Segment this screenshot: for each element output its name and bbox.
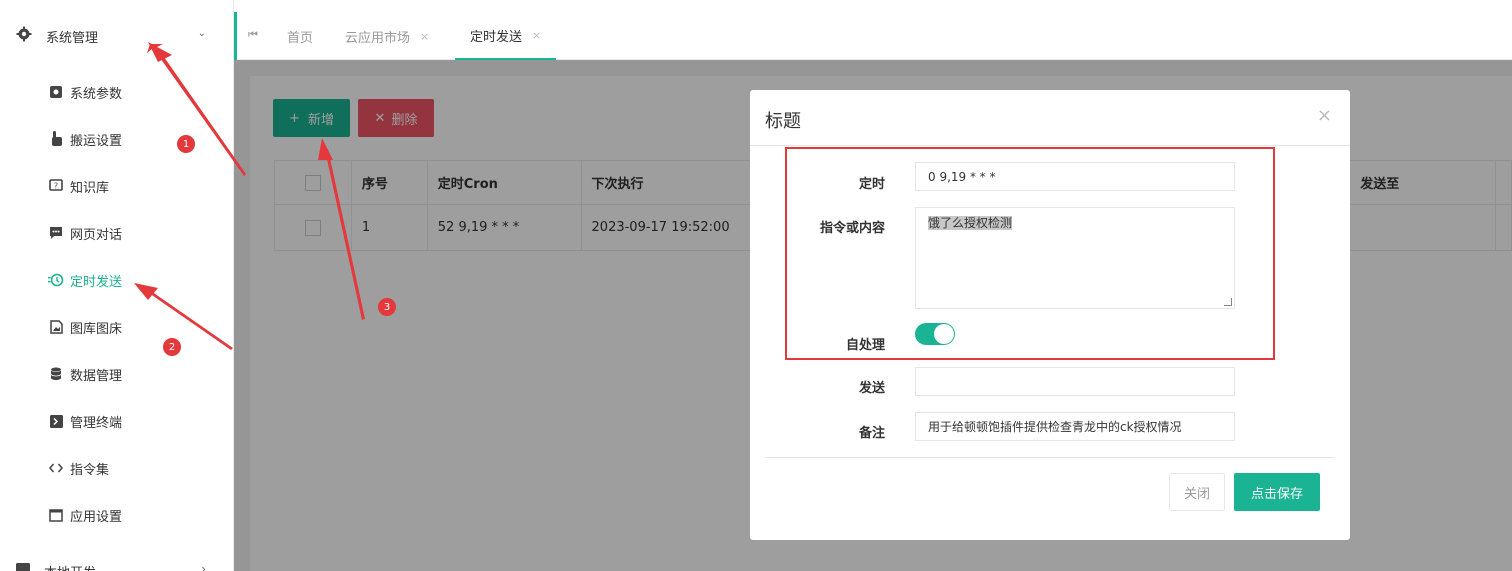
scroll-left-icon[interactable]: ⏮: [248, 28, 258, 42]
sidebar-group-local-dev[interactable]: 本地开发 ›: [0, 556, 234, 571]
sidebar-item-label: 应用设置: [70, 509, 123, 525]
send-input[interactable]: [915, 367, 1235, 396]
sidebar-item-command-set[interactable]: 指令集: [0, 450, 234, 486]
sidebar-item-label: 网页对话: [70, 227, 123, 243]
dialog-divider: [750, 145, 1350, 146]
sidebar-item-web-chat[interactable]: 网页对话: [0, 215, 234, 251]
svg-text:?: ?: [54, 182, 58, 191]
clock-history-icon: [48, 272, 64, 288]
sidebar-item-label: 系统参数: [70, 86, 123, 102]
annotation-badge-1: 1: [177, 135, 195, 153]
tab-label: 定时发送: [470, 29, 523, 45]
sidebar-item-transport-settings[interactable]: 搬运设置: [0, 121, 234, 157]
sidebar-item-label: 知识库: [70, 180, 110, 196]
question-chat-icon: ?: [48, 178, 64, 194]
sidebar-item-data-management[interactable]: 数据管理: [0, 356, 234, 392]
edit-dialog: 标题 × 定时 0 9,19 * * * 指令或内容 饿了么授权检测 自处理 发…: [750, 90, 1350, 540]
sidebar-item-label: 定时发送: [70, 274, 123, 290]
header-strip: [234, 0, 1512, 12]
sidebar-item-label: 搬运设置: [70, 133, 123, 149]
sidebar-item-label: 数据管理: [70, 368, 123, 384]
sidebar-item-terminal[interactable]: 管理终端: [0, 403, 234, 439]
sidebar-item-label: 指令集: [70, 462, 110, 478]
annotation-badge-3: 3: [378, 298, 396, 316]
close-icon[interactable]: ×: [420, 30, 429, 43]
close-icon[interactable]: ×: [1317, 105, 1332, 126]
settings-square-icon: [48, 84, 64, 100]
database-icon: [48, 366, 64, 382]
hand-pointer-icon: [48, 131, 64, 147]
tab-bar-accent: [234, 12, 237, 60]
remark-input[interactable]: 用于给顿顿饱插件提供检查青龙中的ck授权情况: [915, 412, 1235, 441]
tab-label: 首页: [287, 30, 314, 46]
chevron-down-icon: ⌄: [197, 28, 206, 39]
terminal-icon: [48, 413, 64, 429]
sidebar-item-label: 管理终端: [70, 415, 123, 431]
annotation-highlight-box: [785, 147, 1275, 360]
footer-divider: [765, 457, 1335, 458]
sidebar-item-image-bed[interactable]: 图库图床: [0, 309, 234, 345]
chat-icon: [48, 225, 64, 241]
dialog-title: 标题: [765, 111, 801, 132]
sidebar-item-system-params[interactable]: 系统参数: [0, 74, 234, 110]
sidebar-group-system-management[interactable]: 系统管理 ⌄: [0, 12, 234, 60]
sidebar-group-label: 本地开发: [44, 562, 96, 571]
sidebar-item-label: 图库图床: [70, 321, 123, 337]
window-icon: [48, 507, 64, 523]
annotation-badge-2: 2: [163, 338, 181, 356]
gear-icon: [16, 26, 32, 46]
chevron-right-icon: ›: [201, 562, 206, 571]
sidebar-item-scheduled-send[interactable]: 定时发送: [0, 262, 234, 298]
tab-label: 云应用市场: [345, 30, 411, 46]
remark-label: 备注: [858, 426, 885, 441]
image-file-icon: [48, 319, 64, 335]
close-icon[interactable]: ×: [532, 29, 541, 42]
folder-icon: [16, 563, 30, 571]
code-icon: [48, 460, 64, 476]
sidebar-group-label: 系统管理: [46, 30, 99, 46]
sidebar-item-app-settings[interactable]: 应用设置: [0, 497, 234, 533]
save-button[interactable]: 点击保存: [1234, 473, 1320, 511]
sidebar-item-knowledge-base[interactable]: ? 知识库: [0, 168, 234, 204]
tab-cloud-market[interactable]: 云应用市场 ×: [345, 12, 429, 60]
tab-scheduled-send[interactable]: 定时发送 ×: [455, 12, 557, 60]
tab-home[interactable]: 首页: [287, 12, 313, 60]
tab-bar: ⏮ 首页 云应用市场 × 定时发送 ×: [234, 12, 1512, 60]
close-button[interactable]: 关闭: [1169, 473, 1225, 511]
sidebar: 系统管理 ⌄ 系统参数 搬运设置 ? 知识库 网页对话 定时发送 图库图床 数据…: [0, 0, 234, 571]
send-label: 发送: [858, 381, 885, 396]
